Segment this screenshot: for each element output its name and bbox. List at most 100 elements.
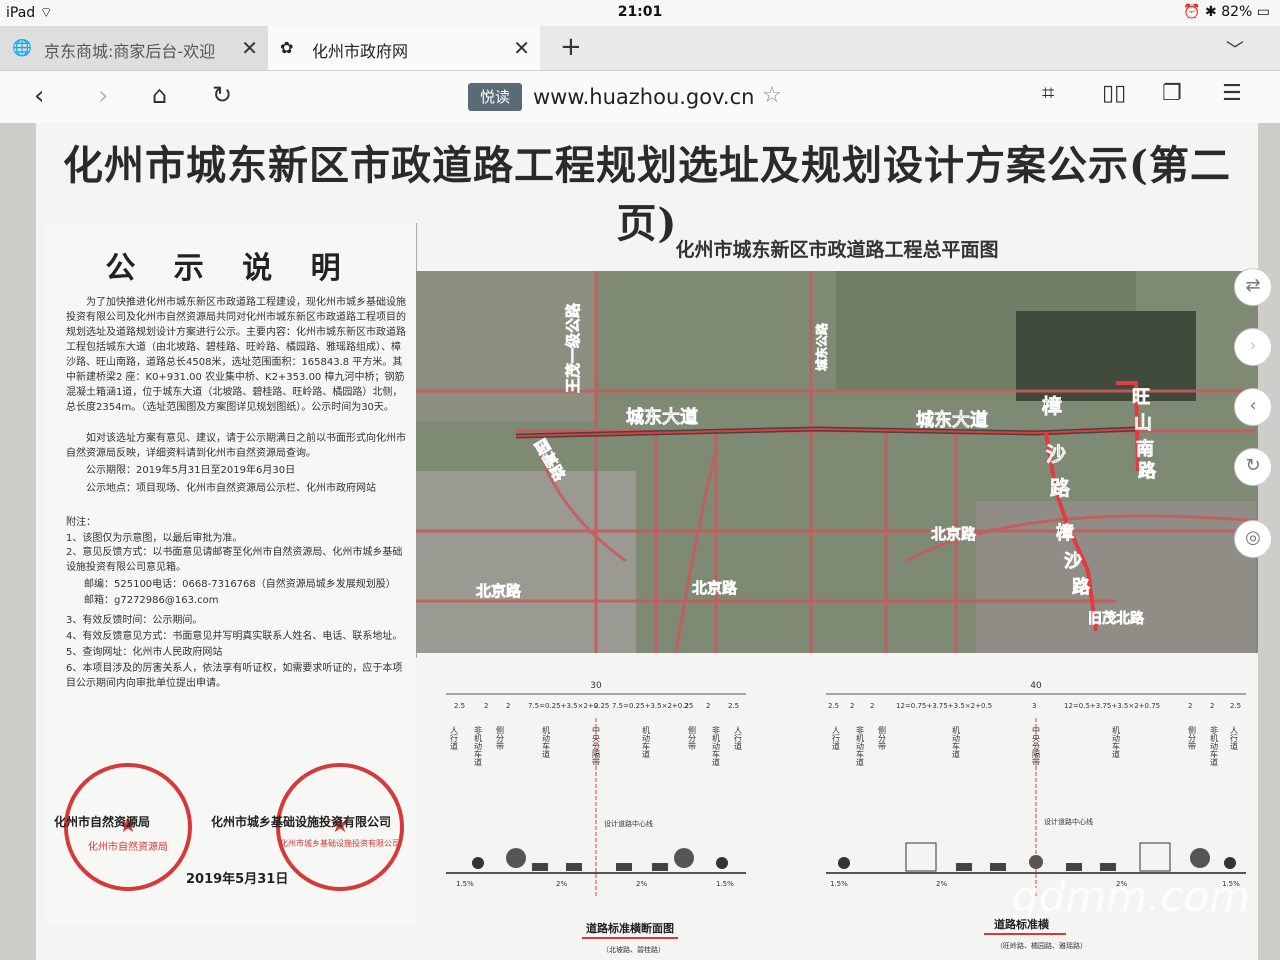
forward-icon[interactable]: ›: [98, 81, 108, 111]
lane-label: 侧分带: [878, 725, 887, 751]
grade-label: 1.5%: [716, 880, 734, 888]
map-label: 南: [1136, 438, 1154, 460]
xsec-dim: 2.5: [454, 702, 465, 710]
map-label: 沙: [1046, 442, 1066, 466]
notes-title: 附注：: [66, 517, 96, 528]
notice-date: 2019年5月31日: [186, 872, 289, 887]
assistive-touch-icon[interactable]: ◎: [1234, 520, 1272, 558]
site-favicon-icon: ✿: [280, 38, 294, 57]
xsec-dim: 2.5: [828, 702, 839, 710]
map-label: 城东大道: [916, 409, 988, 431]
map-label: 路: [1050, 476, 1071, 500]
lane-label: 人行道: [450, 726, 459, 751]
lane-label: 侧分带: [496, 725, 505, 751]
xsec-total: 30: [590, 681, 602, 691]
tab-jd[interactable]: 🌐 京东商城:商家后台-欢迎 ✕: [0, 26, 268, 70]
signature-resources-bureau: 化州市自然资源局: [54, 815, 151, 829]
site-plan-map: 王茂一级公路 城东大道 城东大道 樟 沙 路 旺 山 南 路 国基路 北京路 北…: [416, 271, 1258, 653]
reader-button[interactable]: 悦读: [468, 83, 522, 111]
refresh-icon[interactable]: ↻: [212, 81, 232, 109]
rotate-icon[interactable]: ↻: [1234, 448, 1272, 486]
xsec-dim: 2: [484, 702, 488, 710]
tab-title: 京东商城:商家后台-欢迎: [44, 42, 216, 61]
lane-label: 非机动车道: [1210, 725, 1219, 767]
map-title: 化州市城东新区市政道路工程总平面图: [675, 239, 999, 261]
lane-label: 非机动车道: [712, 725, 721, 767]
map-label: 路: [1072, 576, 1091, 598]
map-label: 樟: [1042, 394, 1062, 418]
map-label: 北京路: [476, 582, 522, 600]
lane-label: 机动车道: [1112, 725, 1121, 759]
notice-paragraph: 为了加快推进化州市城东新区市政道路工程建设，现化州市城乡基础设施投资有限公司及化…: [66, 297, 406, 413]
xsec-subcaption: （北坡路、碧桂路）: [602, 945, 665, 954]
xsec-dim: 2: [706, 702, 710, 710]
tab-huazhou[interactable]: ✿ 化州市政府网 ✕: [268, 26, 540, 70]
battery-indicator: ⏰ ✱ 82% ▭: [1183, 4, 1270, 20]
grade-label: 2%: [936, 880, 947, 888]
close-icon[interactable]: ✕: [241, 36, 258, 60]
lane-label: 机动车道: [642, 725, 651, 759]
notice-place: 公示地点：项目现场、化州市自然资源局公示栏、化州市政府网站: [86, 483, 376, 494]
xsec-dim: 2: [870, 702, 874, 710]
lane-label: 机动车道: [952, 725, 961, 759]
address-bar[interactable]: www.huazhou.gov.cn: [533, 85, 754, 109]
navigation-bar: ‹ › ⌂ ↻ 悦读 www.huazhou.gov.cn ☆ ⌗ ▯▯ ❐ ☰: [0, 71, 1280, 124]
grade-label: 1.5%: [456, 880, 474, 888]
xsec-dim: 12=0.75+3.75+3.5×2+0.5: [896, 702, 992, 710]
map-label: 山: [1134, 413, 1152, 434]
xsec-caption: 道路标准横断面图: [586, 921, 674, 935]
grade-label: 1.5%: [830, 880, 848, 888]
chevron-left-icon[interactable]: ‹: [1234, 388, 1272, 426]
note-item: 6、本项目涉及的厉害关系人，依法享有听证权，如需要求听证的，应于本项目公示期间内…: [66, 663, 403, 689]
notice-heading: 公 示 说 明: [105, 251, 355, 286]
xsec-dim: 2: [850, 702, 854, 710]
chevron-down-icon[interactable]: ﹀: [1226, 36, 1244, 62]
xsec-subcaption: （旺岭路、橘园路、雅瑶路）: [996, 941, 1087, 950]
note-item: 邮箱：g7272986@163.com: [84, 595, 219, 606]
home-icon[interactable]: ⌂: [152, 81, 167, 109]
lane-label: 人行道: [734, 726, 743, 751]
map-label: 沙: [1064, 551, 1082, 572]
lane-label: 侧分带: [1188, 725, 1197, 751]
new-tab-button[interactable]: +: [560, 32, 582, 62]
xsec-dim: 3: [1032, 702, 1036, 710]
page-content: 化州市城东新区市政道路工程规划选址及规划设计方案公示(第二页) 公 示 说 明 …: [0, 123, 1280, 960]
centerline-label: 设计道路中心线: [1044, 817, 1093, 826]
lane-label: 非机动车道: [856, 725, 865, 767]
clock: 21:01: [617, 4, 663, 20]
map-label: 城东公路: [814, 322, 829, 371]
scan-icon[interactable]: ⌗: [1042, 81, 1054, 106]
note-item: 5、查询网址：化州市人民政府网站: [66, 647, 223, 658]
close-icon[interactable]: ✕: [513, 36, 530, 60]
xsec-dim: 2: [1188, 702, 1192, 710]
tabs-icon[interactable]: ❐: [1162, 81, 1182, 106]
lane-label: 人行道: [832, 726, 841, 751]
map-label: 旺: [1132, 387, 1150, 408]
lane-label: 人行道: [1230, 726, 1239, 751]
note-item: 3、有效反馈时间：公示期间。: [66, 615, 203, 626]
swap-icon[interactable]: ⇄: [1234, 268, 1272, 306]
centerline-label: 设计道路中心线: [604, 819, 653, 828]
star-icon[interactable]: ☆: [762, 83, 782, 108]
note-item: 1、该图仅为示意图，以最后审批为准。: [66, 533, 243, 544]
xsec-dim: 2: [594, 702, 598, 710]
tab-bar: 🌐 京东商城:商家后台-欢迎 ✕ ✿ 化州市政府网 ✕: [0, 26, 1280, 71]
menu-icon[interactable]: ☰: [1222, 81, 1242, 106]
map-label: 旧茂北路: [1088, 610, 1145, 627]
xsec-dim: 2: [506, 702, 510, 710]
map-label: 北京路: [692, 579, 738, 597]
chevron-right-icon[interactable]: ›: [1234, 328, 1272, 366]
map-label: 王茂一级公路: [564, 302, 582, 393]
signature-investment-company: 化州市城乡基础设施投资有限公司: [211, 815, 392, 829]
map-label: 樟: [1056, 522, 1074, 544]
lane-label: 机动车道: [542, 725, 551, 759]
xsec-dim: 2.5: [1230, 702, 1241, 710]
grade-label: 2%: [556, 880, 567, 888]
book-icon[interactable]: ▯▯: [1102, 81, 1126, 106]
xsec-dim: 2.5: [728, 702, 739, 710]
note-item: 邮编：525100电话：0668-7316768（自然资源局城乡发展规划股）: [84, 579, 396, 590]
map-label: 北京路: [931, 525, 977, 543]
lane-label: 侧分带: [688, 725, 697, 751]
notice-paragraph: 如对该选址方案有意见、建议，请于公示期满日之前以书面形式向化州市自然资源局反映，…: [66, 433, 406, 459]
back-icon[interactable]: ‹: [34, 81, 44, 111]
